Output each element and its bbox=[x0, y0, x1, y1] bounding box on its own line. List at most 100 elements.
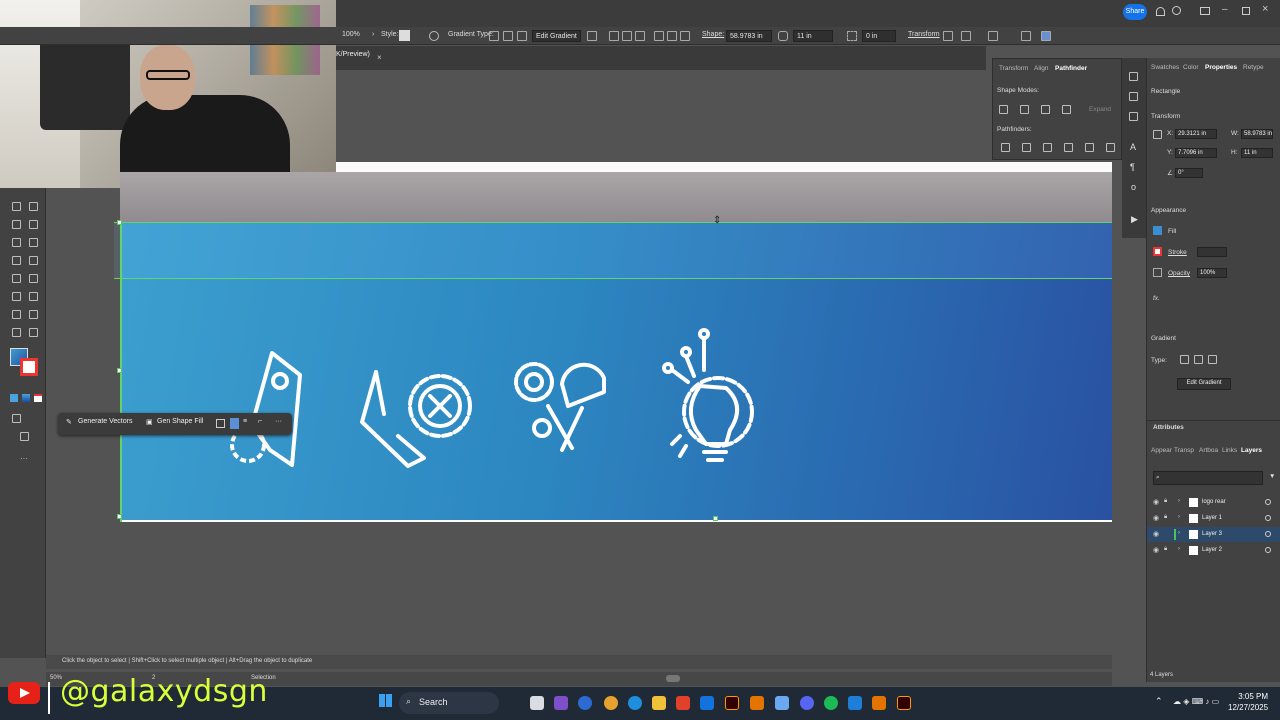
generate-vectors-button[interactable]: Generate Vectors bbox=[78, 418, 132, 425]
recolor-artwork-icon[interactable] bbox=[216, 419, 225, 428]
transform-link[interactable]: Transform bbox=[908, 31, 940, 38]
layers-strip-icon[interactable] bbox=[1129, 92, 1138, 101]
illustrator-icon[interactable] bbox=[725, 696, 739, 710]
style-swatch[interactable] bbox=[399, 30, 410, 41]
lock-icon[interactable]: 🔒︎ bbox=[1164, 498, 1167, 505]
link-icon[interactable] bbox=[778, 31, 788, 41]
eye-icon[interactable]: ◉ bbox=[1153, 546, 1159, 554]
shape-label[interactable]: Shape: bbox=[702, 31, 724, 38]
rotate-tool-icon[interactable] bbox=[12, 256, 21, 265]
lock-icon[interactable]: 🔒︎ bbox=[1164, 546, 1167, 553]
target-icon[interactable] bbox=[1265, 531, 1271, 537]
expand-button[interactable]: Expand bbox=[1089, 106, 1111, 113]
outline-icon[interactable] bbox=[1085, 143, 1094, 152]
layers-search-input[interactable] bbox=[1153, 471, 1263, 485]
color-mode-icon[interactable] bbox=[10, 394, 18, 402]
workspace-icon[interactable] bbox=[1200, 7, 1210, 15]
browser-icon[interactable] bbox=[604, 696, 618, 710]
handle-middle-left[interactable] bbox=[117, 368, 122, 373]
tab-pathfinder[interactable]: Pathfinder bbox=[1055, 65, 1087, 72]
type-tool-icon[interactable] bbox=[29, 220, 38, 229]
menu-icon[interactable]: ≡ bbox=[243, 418, 247, 425]
height-field[interactable]: 11 in bbox=[793, 30, 833, 42]
layer-row[interactable]: ◉ 🔒︎ › logo rear bbox=[1147, 495, 1280, 510]
corner-field[interactable]: 0 in bbox=[862, 30, 896, 42]
x-field[interactable]: 29.3121 in bbox=[1175, 129, 1217, 139]
tab-close-icon[interactable]: × bbox=[377, 53, 382, 62]
width-tool-icon[interactable] bbox=[12, 274, 21, 283]
search-icon[interactable] bbox=[1172, 6, 1181, 15]
tab-color[interactable]: Color bbox=[1183, 64, 1199, 71]
lock-icon[interactable]: 🔒︎ bbox=[1164, 514, 1167, 521]
store-icon[interactable] bbox=[700, 696, 714, 710]
shaper-tool-icon[interactable] bbox=[29, 238, 38, 247]
artboards-strip-icon[interactable] bbox=[1129, 112, 1138, 121]
app-icon[interactable] bbox=[775, 696, 789, 710]
filter-icon[interactable]: ▼ bbox=[1269, 473, 1275, 480]
isolate-icon[interactable] bbox=[961, 31, 971, 41]
edit-gradient-panel-button[interactable]: Edit Gradient bbox=[1177, 378, 1231, 390]
close-icon[interactable]: × bbox=[1262, 3, 1268, 15]
shape-builder-tool-icon[interactable] bbox=[29, 274, 38, 283]
more-options-icon[interactable]: ··· bbox=[275, 418, 282, 425]
transform-icon[interactable] bbox=[943, 31, 953, 41]
tab-align[interactable]: Align bbox=[1034, 65, 1048, 72]
libraries-icon[interactable] bbox=[1129, 72, 1138, 81]
align-center-icon[interactable] bbox=[622, 31, 632, 41]
chevron-right-icon[interactable]: › bbox=[1178, 530, 1180, 536]
paragraph-icon[interactable]: ¶ bbox=[1130, 162, 1135, 172]
minimize-icon[interactable]: – bbox=[1222, 4, 1228, 15]
gen-shape-fill-button[interactable]: Gen Shape Fill bbox=[157, 418, 203, 425]
target-icon[interactable] bbox=[1265, 547, 1271, 553]
tab-links[interactable]: Links bbox=[1222, 447, 1237, 454]
character-icon[interactable]: A bbox=[1130, 142, 1136, 152]
app-icon[interactable] bbox=[848, 696, 862, 710]
taskbar-clock[interactable]: 3:05 PM 12/27/2025 bbox=[1228, 691, 1268, 713]
align-bottom-icon[interactable] bbox=[680, 31, 690, 41]
gradient-linear-icon[interactable] bbox=[1180, 355, 1189, 364]
app-icon[interactable] bbox=[872, 696, 886, 710]
export-icon[interactable] bbox=[1021, 31, 1031, 41]
gradient-freeform-icon[interactable] bbox=[1208, 355, 1217, 364]
file-explorer-icon[interactable] bbox=[530, 696, 544, 710]
tab-swatches[interactable]: Swatches bbox=[1151, 64, 1179, 71]
w-field[interactable]: 58.9783 in bbox=[1241, 129, 1273, 139]
arrange-icon[interactable] bbox=[988, 31, 998, 41]
trim-icon[interactable] bbox=[1022, 143, 1031, 152]
unite-icon[interactable] bbox=[999, 105, 1008, 114]
stroke-swatch-icon[interactable] bbox=[1153, 247, 1162, 256]
edge-icon[interactable] bbox=[628, 696, 642, 710]
eye-icon[interactable]: ◉ bbox=[1153, 514, 1159, 522]
minus-front-icon[interactable] bbox=[1020, 105, 1029, 114]
folder-icon[interactable] bbox=[652, 696, 666, 710]
chevron-right-icon[interactable]: › bbox=[1178, 498, 1180, 504]
target-icon[interactable] bbox=[1265, 499, 1271, 505]
gradient-mode-icon[interactable] bbox=[22, 394, 30, 402]
angle-field[interactable]: 0° bbox=[1175, 168, 1203, 178]
none-mode-icon[interactable] bbox=[34, 394, 42, 402]
maximize-icon[interactable] bbox=[1242, 7, 1250, 15]
spotify-icon[interactable] bbox=[824, 696, 838, 710]
tab-transform[interactable]: Transform bbox=[999, 65, 1028, 72]
chevron-right-icon[interactable]: › bbox=[1178, 546, 1180, 552]
edit-gradient-button[interactable]: Edit Gradient bbox=[532, 30, 581, 42]
intersect-icon[interactable] bbox=[1041, 105, 1050, 114]
selection-tool-icon[interactable] bbox=[12, 202, 21, 211]
eye-icon[interactable]: ◉ bbox=[1153, 498, 1159, 506]
h-field[interactable]: 11 in bbox=[1241, 148, 1273, 158]
handle-bottom-left[interactable] bbox=[117, 514, 122, 519]
stroke-weight-field[interactable] bbox=[1197, 247, 1227, 257]
handle-bottom-center[interactable] bbox=[713, 516, 718, 521]
zoom-tool-icon[interactable] bbox=[29, 328, 38, 337]
chevron-right-icon[interactable]: › bbox=[372, 31, 374, 38]
graph-tool-icon[interactable] bbox=[12, 292, 21, 301]
opentype-icon[interactable]: o bbox=[1131, 182, 1136, 192]
notification-icon[interactable] bbox=[1156, 7, 1165, 16]
gradient-tool-icon[interactable] bbox=[12, 310, 21, 319]
y-field[interactable]: 7.7096 in bbox=[1175, 148, 1217, 158]
eye-icon[interactable]: ◉ bbox=[1153, 530, 1159, 538]
align-left-icon[interactable] bbox=[609, 31, 619, 41]
chevron-right-icon[interactable]: › bbox=[1178, 514, 1180, 520]
divide-icon[interactable] bbox=[1001, 143, 1010, 152]
stroke-label[interactable]: Stroke bbox=[1168, 249, 1187, 256]
